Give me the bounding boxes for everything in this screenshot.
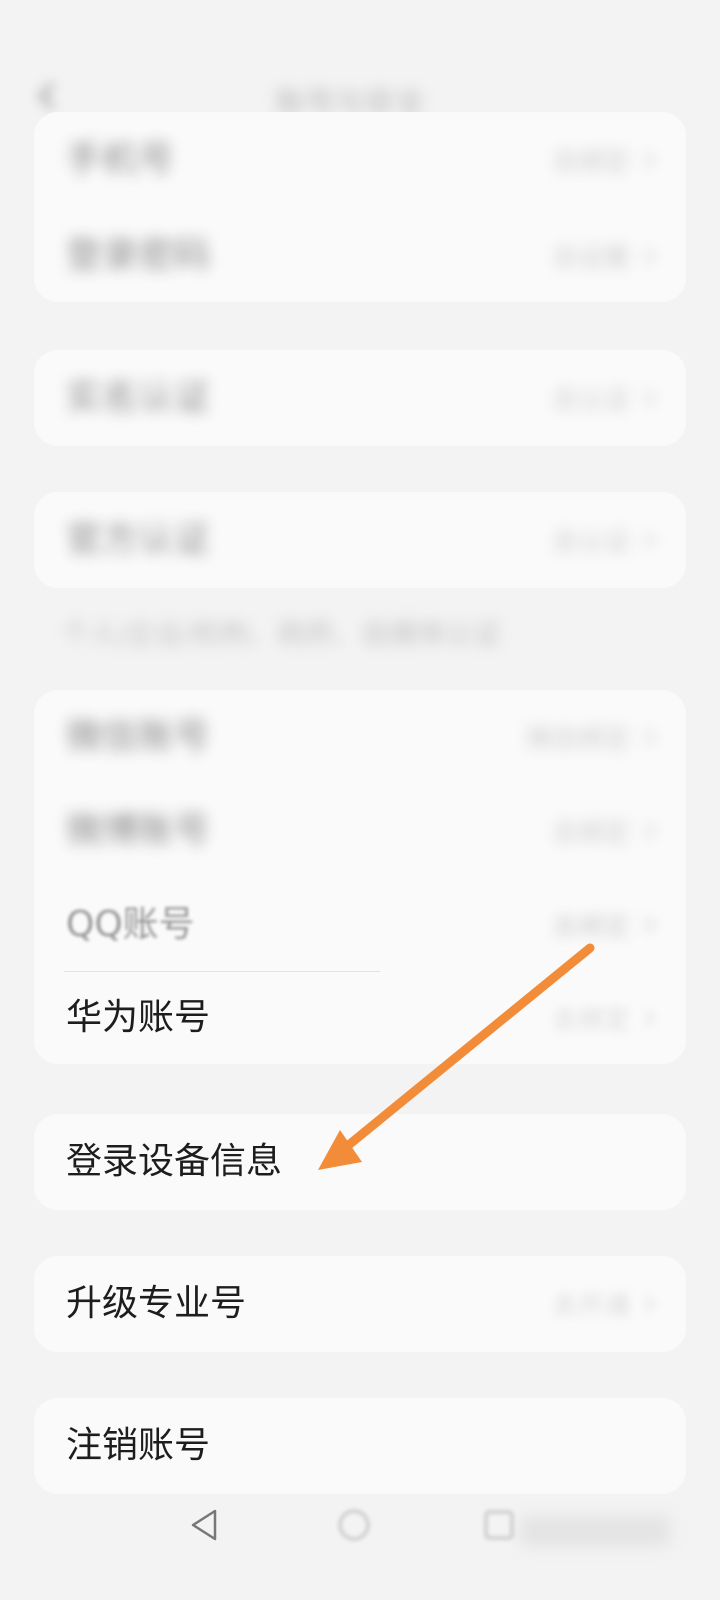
row-verification[interactable]: 官方认证 去认证 [34,492,686,588]
row-label: 升级专业号 [66,1283,247,1324]
row-upgrade[interactable]: 升级专业号 去开通 [34,1256,686,1352]
circle-home-icon[interactable] [337,1508,371,1542]
square-recent-icon[interactable] [482,1508,516,1542]
upgrade-card: 升级专业号 去开通 [34,1256,686,1352]
chevron-right-icon [645,390,655,406]
row-label: 华为账号 [66,997,211,1038]
cancel-account-card: 注销账号 [34,1398,686,1494]
row-weibo[interactable]: 微博账号 去绑定 [34,784,686,878]
chevron-right-icon [645,917,655,933]
row-value: 去绑定 [551,818,630,849]
chevron-right-icon [645,823,655,839]
verification-note: 个人/企业/机构、政府、自媒体认证 [62,617,501,650]
row-phone[interactable]: 手机号 去绑定 [34,112,686,208]
row-value: 去设置 [551,243,630,274]
row-label: 手机号 [66,139,175,180]
row-qq[interactable]: QQ账号 去绑定 [34,878,686,972]
row-label: 官方认证 [66,519,211,560]
chevron-right-icon [645,1296,655,1312]
row-cancel-account[interactable]: 注销账号 [34,1398,686,1494]
row-label: 登录设备信息 [66,1141,283,1182]
row-value: 去开通 [551,1291,630,1322]
device-info-card: 登录设备信息 [34,1114,686,1210]
row-wechat[interactable]: 微信账号 微信绑定 [34,690,686,784]
row-label: 微信账号 [66,716,211,757]
third-party-card: 微信账号 微信绑定 微博账号 去绑定 QQ账号 去绑定 华为账号 去绑定 [34,690,686,1064]
watermark [520,1516,670,1546]
row-value: 去绑定 [551,1005,630,1036]
row-password[interactable]: 登录密码 去设置 [34,208,686,304]
row-label: 注销账号 [66,1425,211,1466]
row-label: 登录密码 [66,235,211,276]
row-label: QQ账号 [66,904,195,945]
triangle-back-icon[interactable] [188,1508,220,1542]
chevron-right-icon [645,532,655,548]
row-value: 去认证 [551,527,630,558]
chevron-right-icon [645,248,655,264]
row-value: 去绑定 [551,147,630,178]
identity-card: 实名认证 去认证 [34,350,686,446]
row-label: 实名认证 [66,377,211,418]
account-basic-card: 手机号 去绑定 登录密码 去设置 [34,112,686,302]
row-huawei[interactable]: 华为账号 去绑定 [34,972,686,1064]
chevron-right-icon [645,152,655,168]
row-device-info[interactable]: 登录设备信息 [34,1114,686,1210]
chevron-right-icon [645,1010,655,1026]
row-value: 微信绑定 [525,724,630,755]
chevron-left-icon[interactable] [34,82,62,110]
verification-card: 官方认证 去认证 [34,492,686,588]
row-identity[interactable]: 实名认证 去认证 [34,350,686,446]
chevron-right-icon [645,729,655,745]
row-value: 去绑定 [551,912,630,943]
row-value: 去认证 [551,385,630,416]
row-label: 微博账号 [66,810,211,851]
